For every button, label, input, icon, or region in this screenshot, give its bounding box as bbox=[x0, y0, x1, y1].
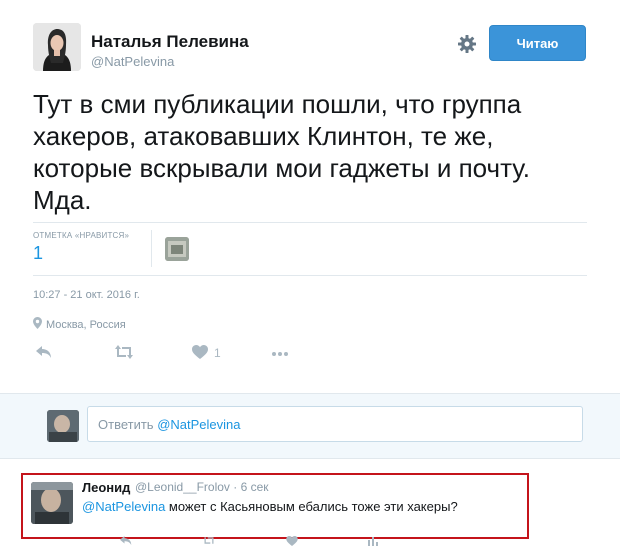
reply-input[interactable]: Ответить @NatPelevina bbox=[87, 406, 583, 442]
highlight-box bbox=[21, 473, 529, 539]
tweet-text: Тут в сми публикации пошли, что группа х… bbox=[33, 89, 530, 215]
liker-avatar[interactable] bbox=[165, 237, 189, 261]
retweet-icon bbox=[114, 344, 134, 362]
following-button[interactable]: Читаю bbox=[489, 25, 586, 61]
stats-separator bbox=[151, 230, 152, 267]
reply-input-mention: @NatPelevina bbox=[157, 417, 241, 432]
reply-row-stats-icon[interactable] bbox=[368, 536, 378, 546]
reply-row-reply-icon[interactable] bbox=[120, 536, 132, 546]
like-action[interactable]: 1 bbox=[192, 343, 221, 363]
reply-input-placeholder: Ответить bbox=[98, 417, 158, 432]
author-handle[interactable]: @NatPelevina bbox=[91, 54, 174, 69]
reply-icon bbox=[36, 345, 52, 361]
reply-action-bar bbox=[120, 536, 378, 546]
tweet-location[interactable]: Москва, Россия bbox=[33, 317, 126, 332]
likes-count[interactable]: 1 bbox=[33, 243, 43, 264]
like-count: 1 bbox=[214, 346, 221, 360]
retweet-action[interactable] bbox=[114, 343, 134, 363]
reply-action[interactable] bbox=[36, 343, 52, 363]
author-name[interactable]: Наталья Пелевина bbox=[91, 32, 249, 52]
heart-icon bbox=[192, 344, 208, 362]
author-avatar[interactable] bbox=[33, 23, 81, 71]
location-label: Москва, Россия bbox=[46, 318, 126, 331]
reply-row-retweet-icon[interactable] bbox=[202, 536, 216, 546]
stats-divider-top bbox=[33, 222, 587, 223]
tweet-timestamp[interactable]: 10:27 - 21 окт. 2016 г. bbox=[33, 289, 140, 301]
location-pin-icon bbox=[33, 317, 42, 332]
current-user-avatar bbox=[47, 410, 79, 442]
reply-row-heart-icon[interactable] bbox=[286, 536, 298, 546]
more-icon bbox=[271, 346, 289, 360]
likes-label: ОТМЕТКА «НРАВИТСЯ» bbox=[33, 231, 130, 240]
stats-divider-bottom bbox=[33, 275, 587, 276]
gear-icon[interactable] bbox=[456, 33, 478, 55]
more-action[interactable] bbox=[271, 343, 289, 363]
